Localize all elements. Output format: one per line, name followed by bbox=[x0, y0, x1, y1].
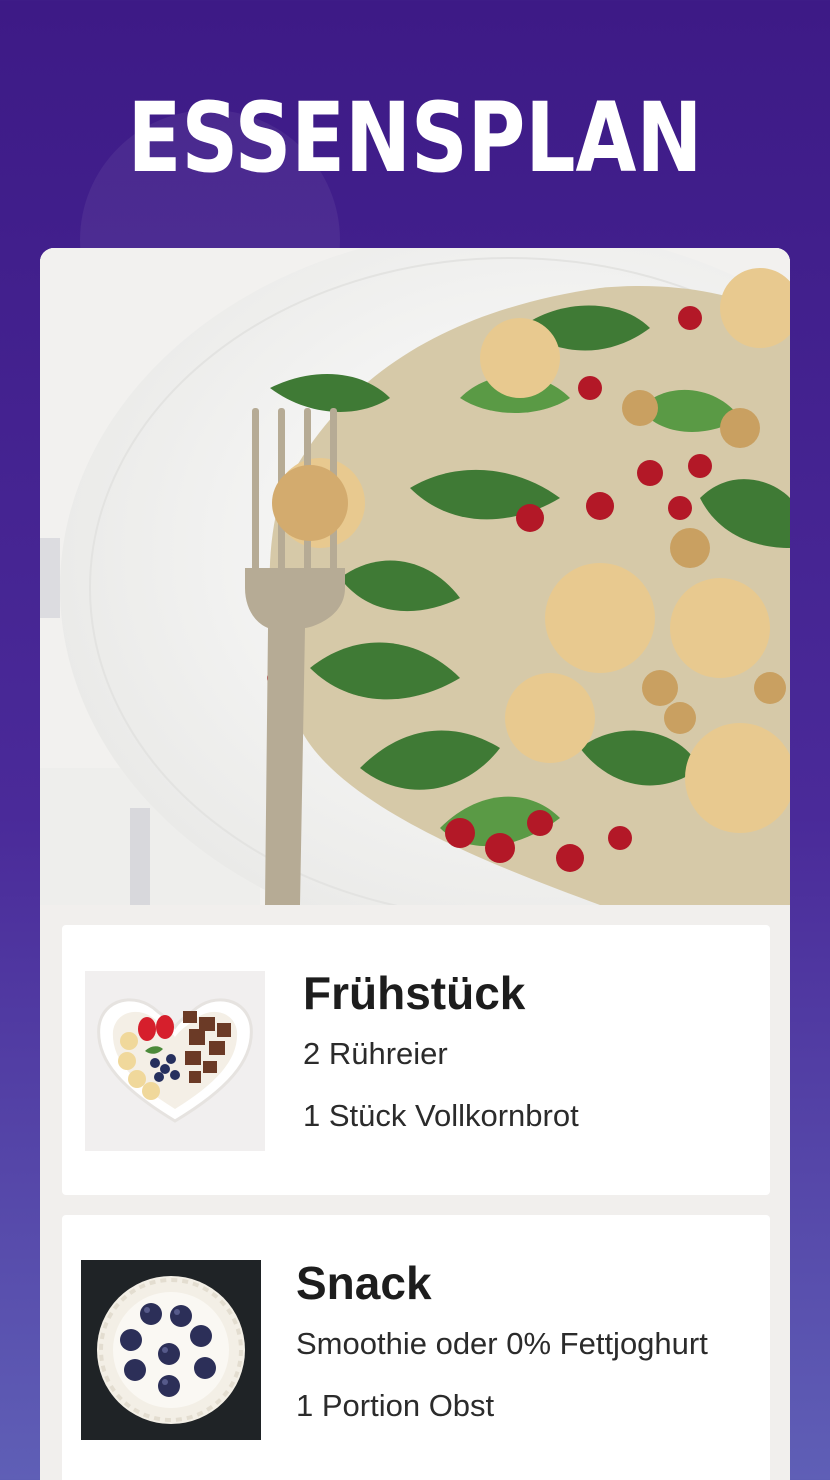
breakfast-details: Frühstück 2 Rühreier 1 Stück Vollkornbro… bbox=[303, 965, 579, 1159]
snack-details: Snack Smoothie oder 0% Fettjoghurt 1 Por… bbox=[296, 1255, 708, 1449]
meal-title: Frühstück bbox=[303, 967, 526, 1019]
breakfast-thumbnail bbox=[85, 971, 265, 1151]
meal-card-snack[interactable]: Snack Smoothie oder 0% Fettjoghurt 1 Por… bbox=[62, 1215, 770, 1480]
blueberries-bowl-icon bbox=[81, 1260, 261, 1440]
snack-thumbnail bbox=[81, 1260, 261, 1440]
meal-item: Smoothie oder 0% Fettjoghurt bbox=[296, 1326, 708, 1361]
salad-plate-icon bbox=[40, 248, 790, 905]
page-title: ESSENSPLAN bbox=[127, 82, 703, 194]
meal-card-breakfast[interactable]: Frühstück 2 Rühreier 1 Stück Vollkornbro… bbox=[62, 925, 770, 1195]
meal-item: 1 Portion Obst bbox=[296, 1388, 495, 1423]
hero-food-photo bbox=[40, 248, 790, 905]
yogurt-bowl-icon bbox=[85, 971, 265, 1151]
meal-title: Snack bbox=[296, 1257, 432, 1309]
meal-item: 2 Rühreier bbox=[303, 1036, 448, 1071]
meal-plan-card: Frühstück 2 Rühreier 1 Stück Vollkornbro… bbox=[40, 248, 790, 1480]
meal-item: 1 Stück Vollkornbrot bbox=[303, 1098, 579, 1133]
